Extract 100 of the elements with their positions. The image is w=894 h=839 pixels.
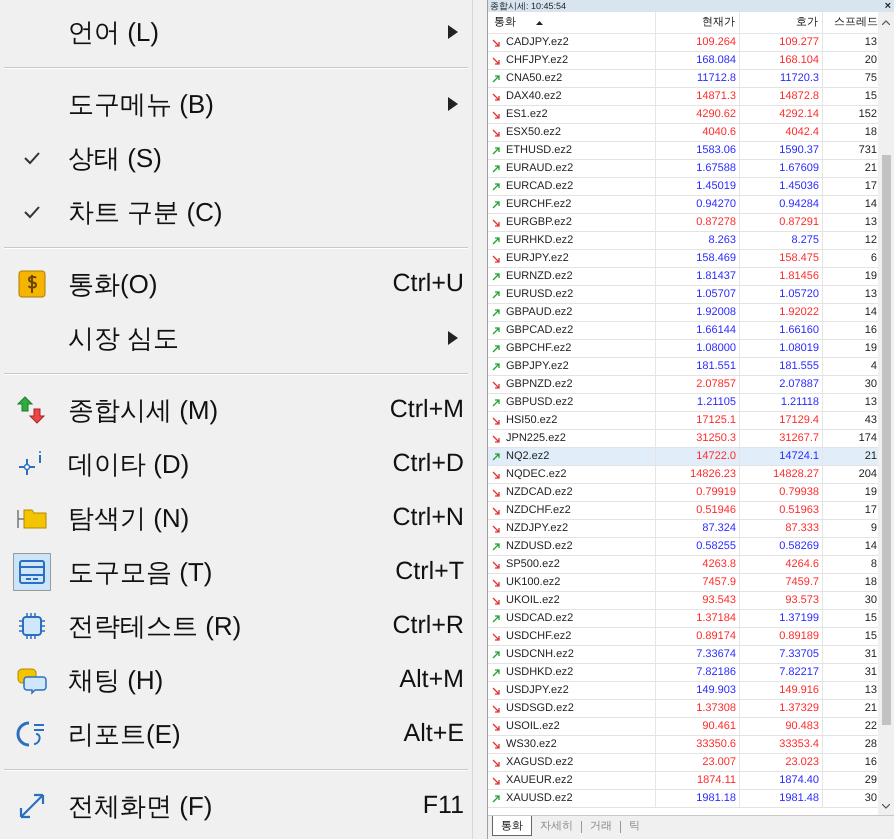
panel-tab[interactable]: 통화 [492, 816, 532, 836]
menu-item[interactable]: 통화(O) Ctrl+U [0, 257, 472, 311]
quote-row[interactable]: XAGUSD.ez2 23.007 23.023 16 [488, 754, 878, 772]
quote-row[interactable]: ETHUSD.ez2 1583.06 1590.37 731 [488, 142, 878, 160]
quote-row[interactable]: EURUSD.ez2 1.05707 1.05720 13 [488, 286, 878, 304]
column-header[interactable]: 현재가 [656, 12, 740, 33]
sort-ascending-icon [536, 20, 543, 24]
quote-row[interactable]: ESX50.ez2 4040.6 4042.4 18 [488, 124, 878, 142]
quote-row[interactable]: XAUEUR.ez2 1874.11 1874.40 29 [488, 772, 878, 790]
close-button[interactable]: × [884, 0, 891, 12]
column-header[interactable]: 호가 [740, 12, 823, 33]
bid-price: 1.37308 [696, 701, 736, 716]
symbol-text: EURNZD.ez2 [506, 269, 573, 284]
menu-item[interactable]: 종합시세 (M) Ctrl+M [0, 383, 472, 437]
ask-price: 4264.6 [785, 557, 819, 572]
scroll-down-icon[interactable] [882, 804, 890, 809]
menu-label: 리포트(E) [68, 718, 181, 750]
spread-value: 17 [864, 503, 877, 518]
quote-row[interactable]: NZDJPY.ez2 87.324 87.333 9 [488, 520, 878, 538]
spread-value: 31 [864, 665, 877, 680]
quote-row[interactable]: CADJPY.ez2 109.264 109.277 13 [488, 34, 878, 52]
shortcut-text: Ctrl+R [392, 610, 464, 642]
menu-item[interactable]: 탐색기 (N) Ctrl+N [0, 491, 472, 545]
menu-item[interactable]: 언어 (L) [0, 5, 472, 59]
symbol-text: CHFJPY.ez2 [506, 53, 568, 68]
scrollbar[interactable] [878, 12, 894, 815]
ask-price: 0.87291 [779, 215, 819, 230]
ask-price: 14724.1 [779, 449, 819, 464]
symbol-text: EURCHF.ez2 [506, 197, 572, 212]
menu-item[interactable]: 차트 구분 (C) [0, 185, 472, 239]
quote-row[interactable]: USOIL.ez2 90.461 90.483 22 [488, 718, 878, 736]
quote-row[interactable]: USDCHF.ez2 0.89174 0.89189 15 [488, 628, 878, 646]
spread-value: 19 [864, 269, 877, 284]
symbol-text: NZDCHF.ez2 [506, 503, 571, 518]
bid-price: 7.33674 [696, 647, 736, 662]
ask-price: 1.08019 [779, 341, 819, 356]
menu-label: 전체화면 (F) [68, 790, 212, 822]
quote-row[interactable]: CNA50.ez2 11712.8 11720.3 75 [488, 70, 878, 88]
spread-value: 18 [864, 575, 877, 590]
quote-row[interactable]: WS30.ez2 33350.6 33353.4 28 [488, 736, 878, 754]
menu-item[interactable]: 도구모음 (T) Ctrl+T [0, 545, 472, 599]
symbol-text: USOIL.ez2 [506, 719, 560, 734]
menu-item[interactable]: 상태 (S) [0, 131, 472, 185]
menu-item[interactable]: 전략테스트 (R) Ctrl+R [0, 599, 472, 653]
bid-price: 1.08000 [696, 341, 736, 356]
symbol-text: EURJPY.ez2 [506, 251, 569, 266]
quote-row[interactable]: XAUUSD.ez2 1981.18 1981.48 30 [488, 790, 878, 808]
quote-row[interactable]: USDJPY.ez2 149.903 149.916 13 [488, 682, 878, 700]
quote-row[interactable]: UK100.ez2 7457.9 7459.7 18 [488, 574, 878, 592]
quote-row[interactable]: HSI50.ez2 17125.1 17129.4 43 [488, 412, 878, 430]
spread-value: 13 [864, 35, 877, 50]
ask-price: 1.37199 [779, 611, 819, 626]
ask-price: 1874.40 [779, 773, 819, 788]
quote-row[interactable]: NQ2.ez2 14722.0 14724.1 21 [488, 448, 878, 466]
quote-row[interactable]: USDCNH.ez2 7.33674 7.33705 31 [488, 646, 878, 664]
quote-row[interactable]: GBPNZD.ez2 2.07857 2.07887 30 [488, 376, 878, 394]
quote-row[interactable]: NZDUSD.ez2 0.58255 0.58269 14 [488, 538, 878, 556]
quote-row[interactable]: NZDCHF.ez2 0.51946 0.51963 17 [488, 502, 878, 520]
quote-row[interactable]: USDHKD.ez2 7.82186 7.82217 31 [488, 664, 878, 682]
quote-row[interactable]: NQDEC.ez2 14826.23 14828.27 204 [488, 466, 878, 484]
spread-value: 152 [858, 107, 877, 122]
quote-row[interactable]: EURGBP.ez2 0.87278 0.87291 13 [488, 214, 878, 232]
quote-row[interactable]: USDSGD.ez2 1.37308 1.37329 21 [488, 700, 878, 718]
scroll-up-icon[interactable] [882, 20, 890, 25]
menu-item[interactable]: 리포트(E) Alt+E [0, 707, 472, 761]
quote-row[interactable]: SP500.ez2 4263.8 4264.6 8 [488, 556, 878, 574]
quote-row[interactable]: EURHKD.ez2 8.263 8.275 12 [488, 232, 878, 250]
quote-row[interactable]: EURCHF.ez2 0.94270 0.94284 14 [488, 196, 878, 214]
bid-price: 14722.0 [696, 449, 736, 464]
bid-price: 4040.6 [702, 125, 736, 140]
quote-row[interactable]: UKOIL.ez2 93.543 93.573 30 [488, 592, 878, 610]
quote-row[interactable]: ES1.ez2 4290.62 4292.14 152 [488, 106, 878, 124]
column-header[interactable]: 통화 [488, 12, 656, 33]
quote-row[interactable]: EURAUD.ez2 1.67588 1.67609 21 [488, 160, 878, 178]
quote-row[interactable]: GBPCAD.ez2 1.66144 1.66160 16 [488, 322, 878, 340]
menu-item[interactable]: 채팅 (H) Alt+M [0, 653, 472, 707]
bid-price: 168.084 [696, 53, 736, 68]
quote-row[interactable]: GBPAUD.ez2 1.92008 1.92022 14 [488, 304, 878, 322]
menu-item[interactable]: 데이타 (D) Ctrl+D [0, 437, 472, 491]
quote-row[interactable]: EURJPY.ez2 158.469 158.475 6 [488, 250, 878, 268]
menu-label: 데이타 (D) [68, 448, 190, 480]
quote-row[interactable]: GBPCHF.ez2 1.08000 1.08019 19 [488, 340, 878, 358]
quote-row[interactable]: GBPUSD.ez2 1.21105 1.21118 13 [488, 394, 878, 412]
shortcut-text: Ctrl+N [392, 502, 464, 534]
bid-price: 2.07857 [696, 377, 736, 392]
quote-row[interactable]: CHFJPY.ez2 168.084 168.104 20 [488, 52, 878, 70]
quote-row[interactable]: NZDCAD.ez2 0.79919 0.79938 19 [488, 484, 878, 502]
quote-row[interactable]: USDCAD.ez2 1.37184 1.37199 15 [488, 610, 878, 628]
menu-item[interactable]: 전체화면 (F) F11 [0, 779, 472, 833]
menu-item[interactable]: 도구메뉴 (B) [0, 77, 472, 131]
quote-row[interactable]: GBPJPY.ez2 181.551 181.555 4 [488, 358, 878, 376]
quote-row[interactable]: DAX40.ez2 14871.3 14872.8 15 [488, 88, 878, 106]
menu-item[interactable]: 시장 심도 [0, 311, 472, 365]
scroll-thumb[interactable] [882, 155, 890, 725]
quote-row[interactable]: JPN225.ez2 31250.3 31267.7 174 [488, 430, 878, 448]
ask-price: 33353.4 [779, 737, 819, 752]
spread-value: 21 [864, 449, 877, 464]
quote-row[interactable]: EURNZD.ez2 1.81437 1.81456 19 [488, 268, 878, 286]
symbol-text: UKOIL.ez2 [506, 593, 560, 608]
quote-row[interactable]: EURCAD.ez2 1.45019 1.45036 17 [488, 178, 878, 196]
